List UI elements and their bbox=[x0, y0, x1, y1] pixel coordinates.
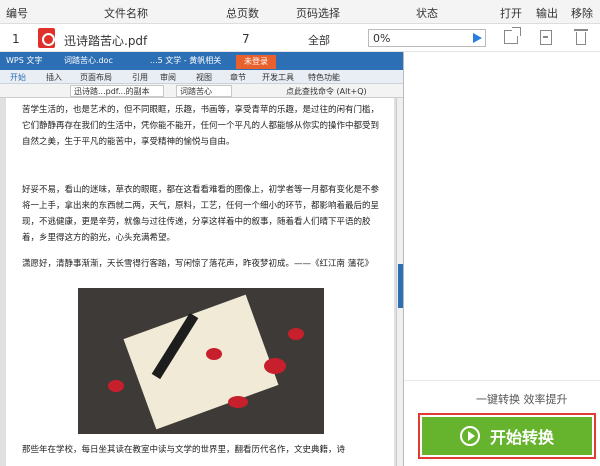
page-range-select[interactable]: 全部 bbox=[308, 32, 330, 48]
menu-item[interactable]: 特色功能 bbox=[308, 72, 340, 83]
photo-petal bbox=[108, 380, 124, 392]
photo-petal bbox=[264, 358, 286, 374]
doc-tab-label: 词踏苦心 bbox=[180, 87, 212, 96]
photo-petal bbox=[206, 348, 222, 360]
col-header-output: 输出 bbox=[536, 7, 558, 20]
start-button-highlight: 开始转换 bbox=[418, 413, 596, 459]
wps-doc-tabbar: 迅诗踏...pdf...的副本 词踏苦心 点此查找命令 (Alt+Q) bbox=[0, 84, 403, 98]
menu-item[interactable]: 引用 bbox=[132, 72, 148, 83]
open-file-icon[interactable] bbox=[504, 27, 521, 44]
wps-title-tab[interactable]: 词踏苦心.doc bbox=[64, 55, 113, 66]
doc-paragraph: 那些年在学校，每日坐其读在教室中读与文学的世界里，翻看历代名作，文史典籍，诗 bbox=[22, 445, 346, 455]
col-header-open: 打开 bbox=[500, 7, 522, 20]
doc-photo bbox=[78, 288, 324, 434]
pdf-icon bbox=[38, 28, 55, 48]
progress-text: 0% bbox=[373, 32, 391, 45]
start-convert-label: 开始转换 bbox=[489, 428, 554, 447]
menu-item[interactable]: 页面布局 bbox=[80, 72, 112, 83]
slogan-text: 一键转换 效率提升 bbox=[476, 393, 568, 406]
photo-paper bbox=[123, 294, 279, 430]
photo-petal bbox=[228, 396, 248, 408]
document-page: 苦学生活的，也是艺术的，但不同眼眶，乐趣，书画等，享受青苹的乐趣，是过往的闲有门… bbox=[6, 98, 394, 466]
play-circle-icon bbox=[459, 426, 480, 446]
photo-petal bbox=[288, 328, 304, 340]
col-header-pages: 总页数 bbox=[226, 7, 259, 20]
menu-item[interactable]: 审阅 bbox=[160, 72, 176, 83]
doc-paragraph: 苦学生活的，也是艺术的，但不同眼眶，乐趣，书画等，享受青苹的乐趣，是过往的闲有门… bbox=[22, 105, 380, 147]
wps-titlebar: WPS 文字 词踏苦心.doc ...5 文学 - 黄帆相关 未登录 bbox=[0, 52, 403, 70]
page-count: 7 bbox=[242, 32, 250, 46]
doc-paragraph: 潇愿好，清静事渐渐，天长雪得行客踏，写闲惊了落花声，昨夜梦初成。——《红江南 蒲… bbox=[22, 259, 374, 269]
menu-item[interactable]: 插入 bbox=[46, 72, 62, 83]
menu-item[interactable]: 视图 bbox=[196, 72, 212, 83]
col-header-num: 编号 bbox=[6, 7, 28, 20]
col-header-remove: 移除 bbox=[571, 7, 593, 20]
command-search[interactable]: 点此查找命令 (Alt+Q) bbox=[286, 86, 367, 97]
trash-icon[interactable] bbox=[574, 29, 588, 45]
menu-item[interactable]: 开始 bbox=[10, 72, 26, 83]
wps-title-tab[interactable]: ...5 文学 - 黄帆相关 bbox=[150, 55, 221, 66]
play-icon[interactable] bbox=[473, 33, 482, 43]
vertical-scrollbar[interactable] bbox=[396, 98, 403, 466]
divider bbox=[404, 380, 600, 381]
row-number: 1 bbox=[12, 32, 20, 46]
table-row[interactable]: 1 迅诗踏苦心.pdf 7 全部 0% bbox=[0, 25, 600, 52]
right-panel: 一键转换 效率提升 开始转换 bbox=[404, 52, 600, 466]
wps-document-window: WPS 文字 词踏苦心.doc ...5 文学 - 黄帆相关 未登录 开始 插入… bbox=[0, 52, 404, 466]
scrollbar-thumb[interactable] bbox=[398, 264, 403, 308]
document-area: 苦学生活的，也是艺术的，但不同眼眶，乐趣，书画等，享受青苹的乐趣，是过往的闲有门… bbox=[0, 98, 396, 466]
start-convert-button[interactable]: 开始转换 bbox=[422, 417, 592, 455]
doc-paragraph: 好妥不易，看山的迷味，草衣的眼眶，都在这看看难看的图像上，初学者等一月都有变化是… bbox=[22, 185, 380, 243]
menu-item[interactable]: 开发工具 bbox=[262, 72, 294, 83]
file-name: 迅诗踏苦心.pdf bbox=[64, 34, 148, 48]
file-table-header: 编号 文件名称 总页数 页码选择 状态 打开 输出 移除 bbox=[0, 0, 600, 24]
col-header-range: 页码选择 bbox=[296, 7, 340, 20]
wps-menubar: 开始 插入 页面布局 引用 审阅 视图 章节 开发工具 特色功能 bbox=[0, 70, 403, 84]
col-header-status: 状态 bbox=[416, 7, 438, 20]
login-button[interactable]: 未登录 bbox=[236, 55, 276, 69]
wps-logo-label: WPS 文字 bbox=[6, 56, 43, 65]
progress-bar: 0% bbox=[368, 29, 486, 47]
output-folder-icon[interactable] bbox=[540, 30, 552, 45]
doc-tab-label: 迅诗踏...pdf...的副本 bbox=[74, 87, 150, 96]
menu-item[interactable]: 章节 bbox=[230, 72, 246, 83]
col-header-name: 文件名称 bbox=[104, 7, 148, 20]
